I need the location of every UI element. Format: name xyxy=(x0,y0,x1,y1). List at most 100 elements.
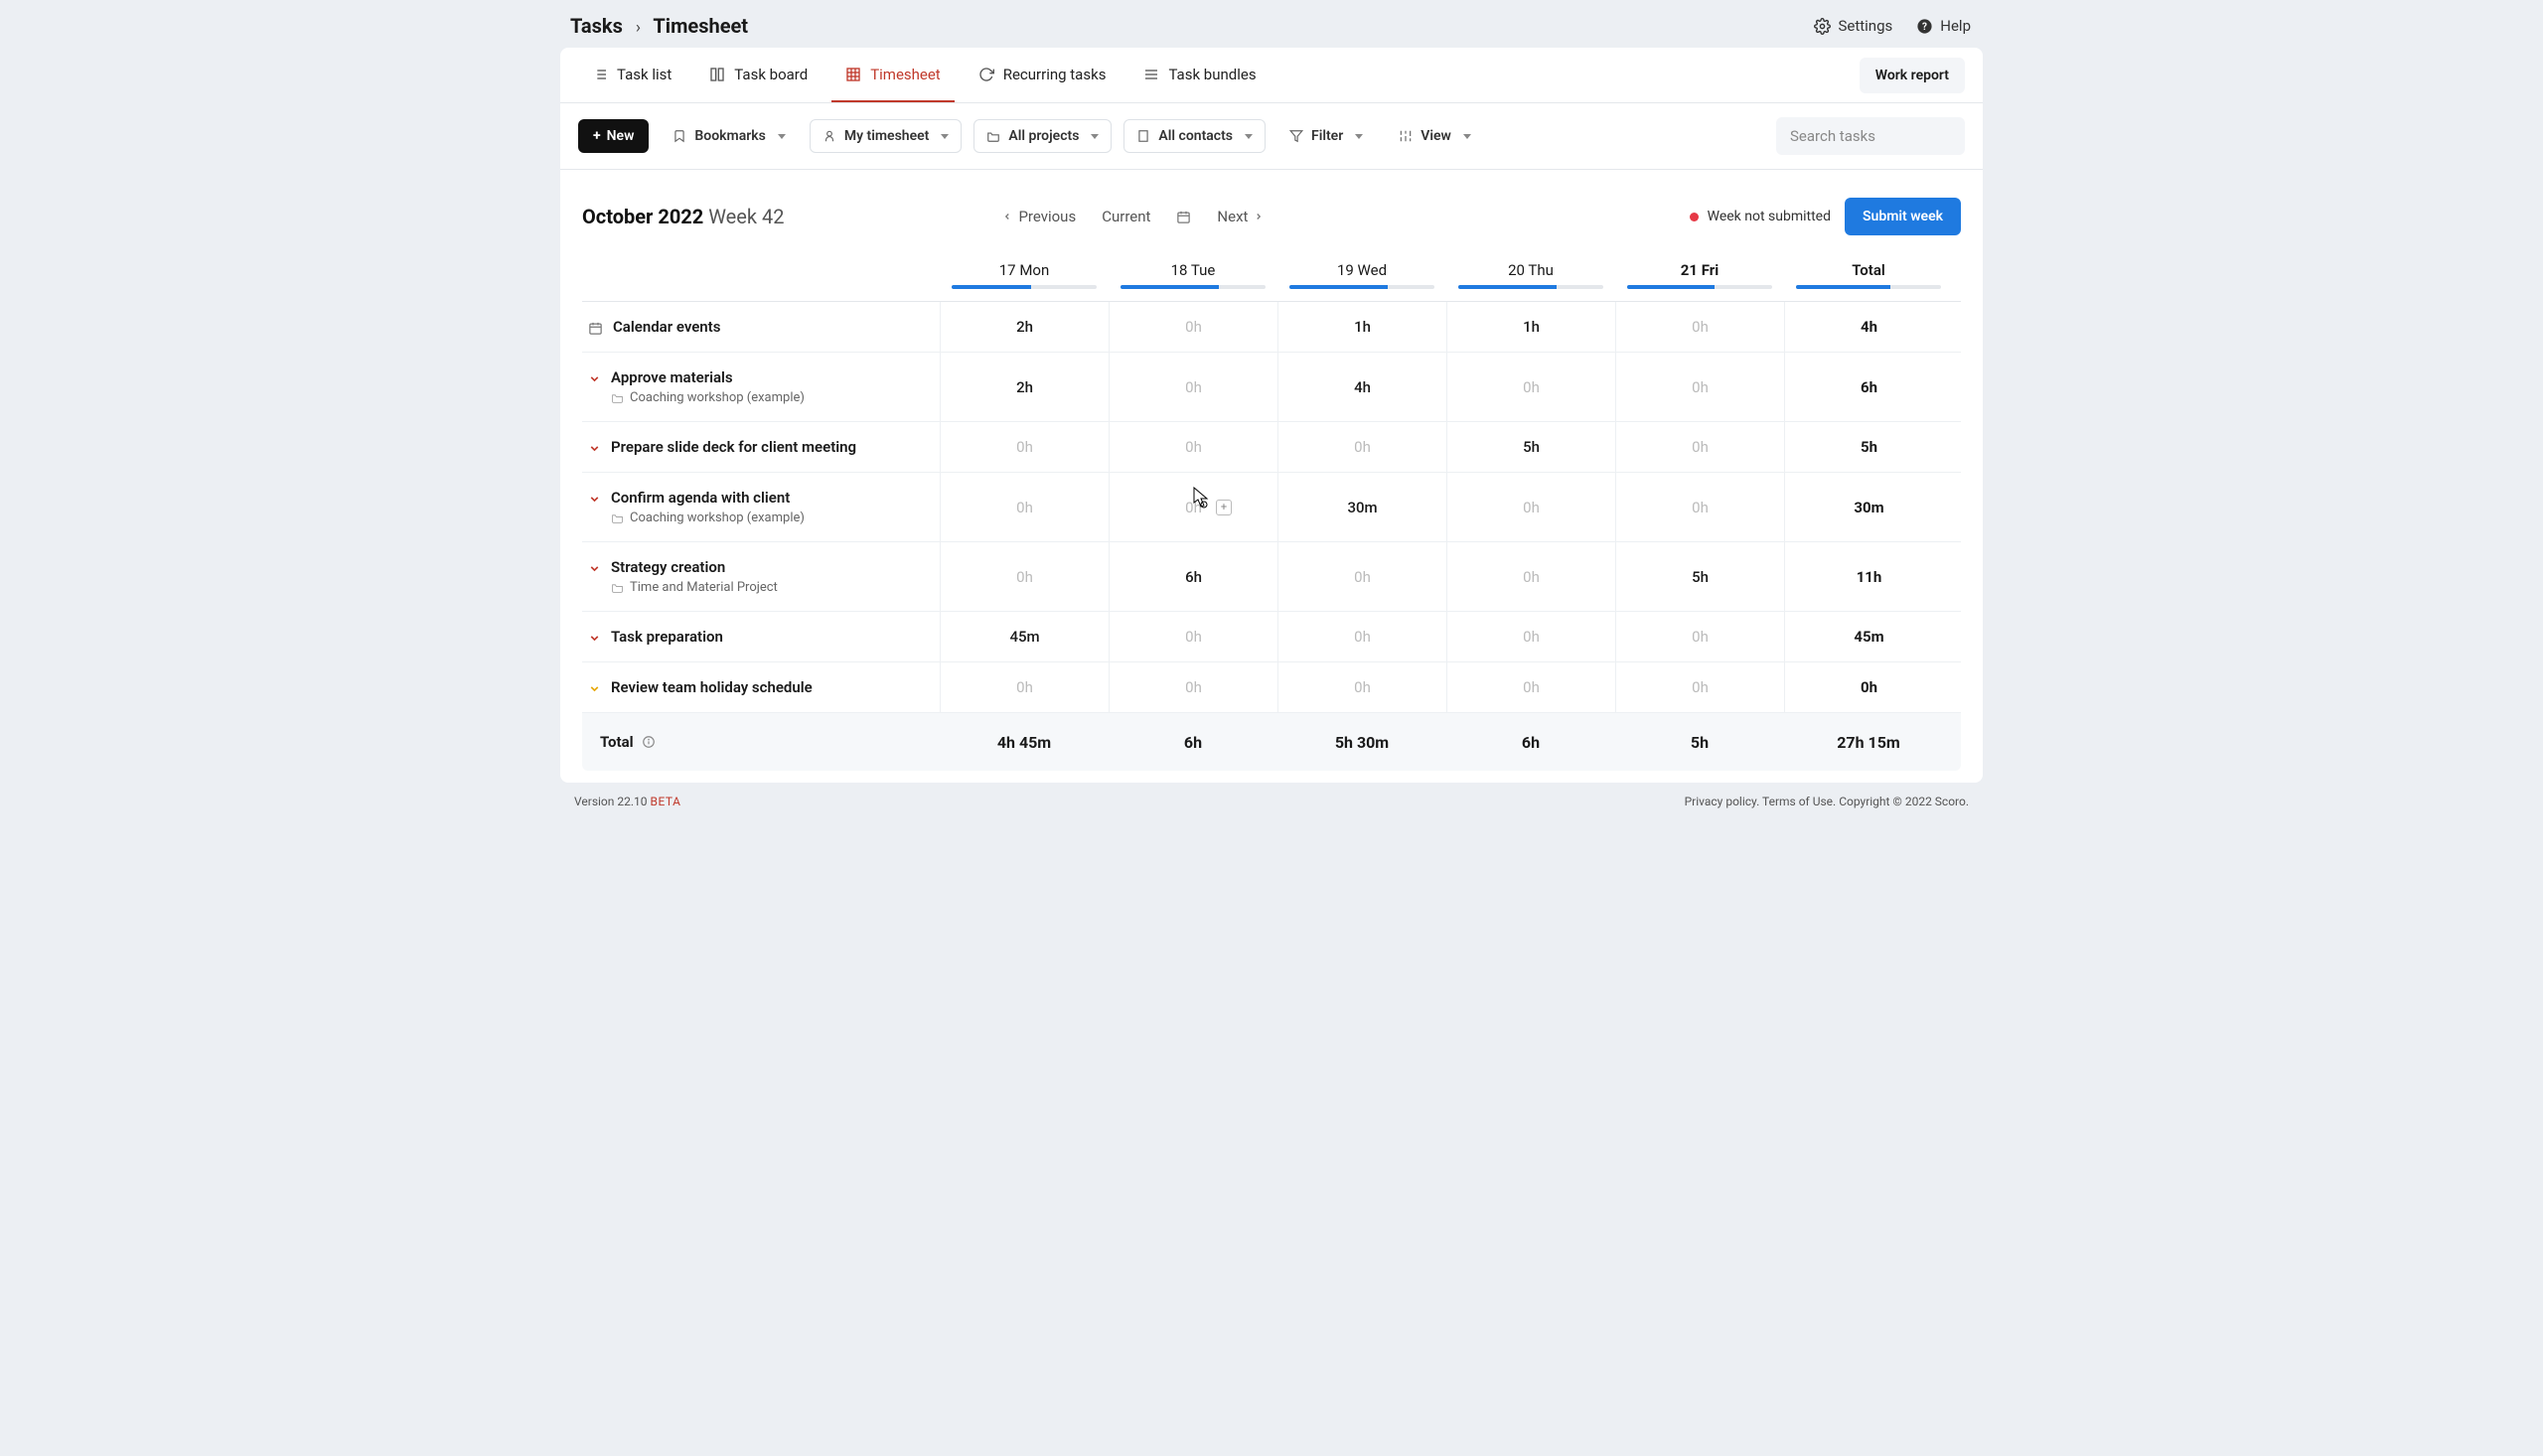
view-dropdown[interactable]: View xyxy=(1387,120,1483,152)
time-cell[interactable]: 4h xyxy=(1277,353,1446,421)
table-row: Task preparation45m0h0h0h0h45m xyxy=(582,611,1961,661)
chevron-down-icon[interactable] xyxy=(588,372,601,385)
time-cell[interactable]: 2h xyxy=(940,353,1109,421)
tab-task-board[interactable]: Task board xyxy=(695,48,822,102)
time-cell[interactable]: 0h xyxy=(1615,473,1784,541)
my-timesheet-dropdown[interactable]: My timesheet xyxy=(810,119,963,153)
row-name[interactable]: Prepare slide deck for client meeting xyxy=(611,438,856,456)
time-cell[interactable]: 0h xyxy=(1109,662,1277,712)
time-cell[interactable]: 0h xyxy=(1446,542,1615,611)
time-cell[interactable]: 45m xyxy=(940,612,1109,661)
table-row: Approve materials Coaching workshop (exam… xyxy=(582,352,1961,421)
privacy-link[interactable]: Privacy policy. xyxy=(1685,795,1760,808)
version-label: Version 22.10 BETA xyxy=(574,795,680,808)
chevron-down-icon xyxy=(778,134,786,139)
next-button[interactable]: Next xyxy=(1217,208,1264,225)
chevron-down-icon[interactable] xyxy=(588,682,601,695)
time-cell[interactable]: 0h xyxy=(940,662,1109,712)
time-cell[interactable]: 0h xyxy=(1615,353,1784,421)
row-name[interactable]: Review team holiday schedule xyxy=(611,678,813,696)
tab-timesheet[interactable]: Timesheet xyxy=(831,48,955,102)
row-project[interactable]: Coaching workshop (example) xyxy=(611,510,805,525)
breadcrumb-root[interactable]: Tasks xyxy=(570,14,623,38)
time-cell[interactable]: 6h xyxy=(1109,542,1277,611)
row-name[interactable]: Calendar events xyxy=(613,318,720,336)
time-cell[interactable]: 0h xyxy=(940,542,1109,611)
filter-dropdown[interactable]: Filter xyxy=(1277,120,1375,152)
row-total: 4h xyxy=(1784,302,1953,352)
tab-bundles[interactable]: Task bundles xyxy=(1129,48,1270,102)
current-button[interactable]: Current xyxy=(1102,208,1150,225)
time-cell[interactable]: 0h xyxy=(1615,302,1784,352)
column-header-day2: 18 Tue xyxy=(1109,261,1277,297)
submit-week-button[interactable]: Submit week xyxy=(1845,198,1961,235)
row-name[interactable]: Approve materials xyxy=(611,368,805,386)
help-link[interactable]: ? Help xyxy=(1916,17,1971,35)
chevron-down-icon[interactable] xyxy=(588,562,601,575)
row-project[interactable]: Time and Material Project xyxy=(611,580,778,595)
all-contacts-dropdown[interactable]: All contacts xyxy=(1123,119,1266,153)
tab-task-list[interactable]: Task list xyxy=(578,48,685,102)
time-cell[interactable]: 0h xyxy=(940,422,1109,472)
user-icon xyxy=(823,129,836,143)
time-cell[interactable]: 0h xyxy=(1277,422,1446,472)
chevron-down-icon[interactable] xyxy=(588,493,601,506)
tab-recurring[interactable]: Recurring tasks xyxy=(965,48,1121,102)
all-projects-dropdown[interactable]: All projects xyxy=(973,119,1112,153)
bookmarks-dropdown[interactable]: Bookmarks xyxy=(661,120,797,152)
row-name[interactable]: Task preparation xyxy=(611,628,723,646)
time-cell[interactable]: 0h xyxy=(1109,353,1277,421)
row-project[interactable]: Coaching workshop (example) xyxy=(611,390,805,405)
info-icon[interactable] xyxy=(642,735,656,749)
time-cell[interactable]: 0h xyxy=(1109,422,1277,472)
table-row: Strategy creation Time and Material Proje… xyxy=(582,541,1961,611)
chevron-down-icon xyxy=(941,134,949,139)
time-cell[interactable]: 1h xyxy=(1277,302,1446,352)
time-cell[interactable]: 0h xyxy=(1615,612,1784,661)
new-button[interactable]: + New xyxy=(578,119,649,153)
chevron-down-icon[interactable] xyxy=(588,632,601,645)
row-name[interactable]: Strategy creation xyxy=(611,558,778,576)
time-cell[interactable]: 0h xyxy=(1446,612,1615,661)
table-row: Confirm agenda with client Coaching works… xyxy=(582,472,1961,541)
terms-link[interactable]: Terms of Use. xyxy=(1762,795,1836,808)
search-input[interactable]: Search tasks xyxy=(1776,117,1965,155)
time-cell[interactable]: 0h xyxy=(1277,662,1446,712)
time-cell[interactable]: 0h xyxy=(1446,473,1615,541)
time-cell[interactable]: 2h xyxy=(940,302,1109,352)
total-d1: 4h 45m xyxy=(940,713,1109,771)
calendar-icon xyxy=(588,321,603,336)
row-name[interactable]: Confirm agenda with client xyxy=(611,489,805,507)
work-report-button[interactable]: Work report xyxy=(1860,58,1965,93)
chevron-down-icon xyxy=(1091,134,1099,139)
previous-button[interactable]: Previous xyxy=(1002,208,1076,225)
gear-icon xyxy=(1814,18,1831,35)
chevron-down-icon[interactable] xyxy=(588,442,601,455)
folder-icon xyxy=(986,129,1000,143)
time-cell[interactable]: 0h xyxy=(940,473,1109,541)
time-cell[interactable]: 0h xyxy=(1277,612,1446,661)
folder-icon xyxy=(611,581,624,594)
time-cell[interactable]: 0h xyxy=(1446,353,1615,421)
time-cell[interactable]: 0h+ xyxy=(1109,473,1277,541)
add-time-icon[interactable]: + xyxy=(1216,500,1232,515)
time-cell[interactable]: 30m xyxy=(1277,473,1446,541)
time-cell[interactable]: 0h xyxy=(1109,302,1277,352)
time-cell[interactable]: 0h xyxy=(1277,542,1446,611)
time-cell[interactable]: 0h xyxy=(1615,422,1784,472)
time-cell[interactable]: 0h xyxy=(1446,662,1615,712)
date-picker-button[interactable] xyxy=(1176,210,1191,224)
row-total: 30m xyxy=(1784,473,1953,541)
time-cell[interactable]: 0h xyxy=(1109,612,1277,661)
time-cell[interactable]: 5h xyxy=(1615,542,1784,611)
filter-icon xyxy=(1289,129,1303,143)
total-row: Total 4h 45m 6h 5h 30m 6h 5h 27h 15m xyxy=(582,712,1961,771)
total-d5: 5h xyxy=(1615,713,1784,771)
time-cell[interactable]: 5h xyxy=(1446,422,1615,472)
time-cell[interactable]: 0h xyxy=(1615,662,1784,712)
settings-link[interactable]: Settings xyxy=(1814,17,1892,35)
breadcrumb-separator: › xyxy=(628,18,649,38)
row-total: 45m xyxy=(1784,612,1953,661)
time-cell[interactable]: 1h xyxy=(1446,302,1615,352)
table-row: Review team holiday schedule0h0h0h0h0h0h xyxy=(582,661,1961,712)
